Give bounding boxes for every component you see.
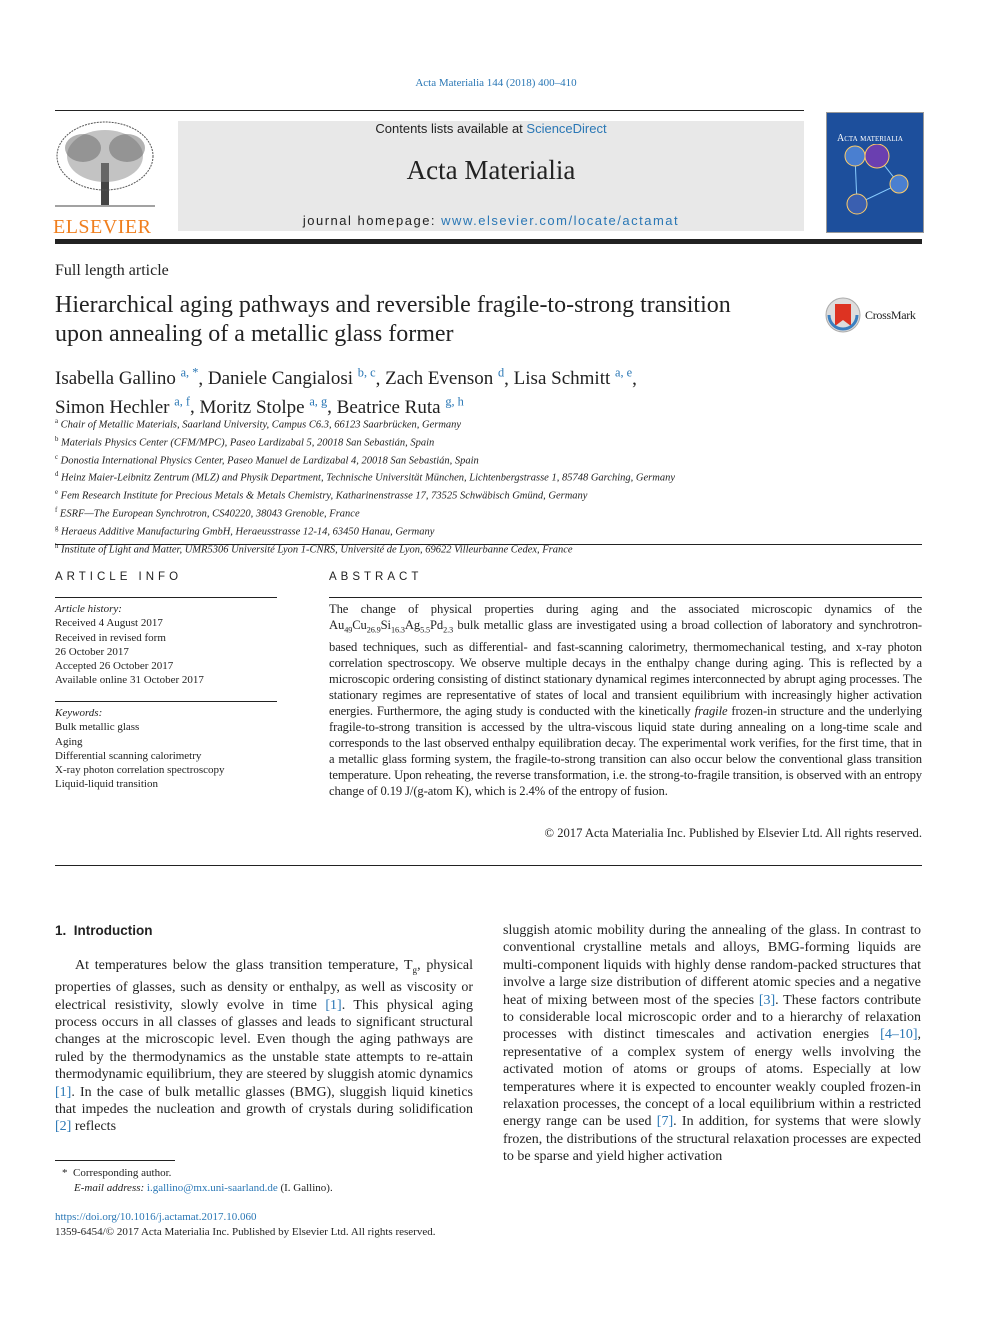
citation-link[interactable]: [1] [55,1085,71,1100]
divider [55,701,277,702]
history-item: Available online 31 October 2017 [55,674,204,687]
divider [329,597,922,598]
homepage-line: journal homepage: www.elsevier.com/locat… [178,213,804,228]
affiliation: f ESRF—The European Synchrotron, CS40220… [55,506,360,520]
homepage-prefix: journal homepage: [302,213,442,228]
elsevier-logo: ELSEVIER [53,118,157,238]
section-heading: 1. Introduction [55,923,153,938]
footnote-marker: * [62,1167,68,1179]
citation-link[interactable]: [1] [325,998,341,1013]
author[interactable]: Daniele Cangialosi b, c [208,366,376,389]
history-item: 26 October 2017 [55,645,129,658]
article-history: Article history: Received 4 August 2017 … [55,602,277,688]
affiliation: h Institute of Light and Matter, UMR5306… [55,542,573,556]
journal-citation[interactable]: Acta Materialia 144 (2018) 400–410 [0,77,992,89]
footnote: * Corresponding author. E-mail address: … [62,1167,333,1194]
intro-left-column: At temperatures below the glass transiti… [55,957,473,1136]
history-item: Received 4 August 2017 [55,617,163,630]
citation-link[interactable]: [4–10] [880,1027,917,1042]
affiliation: g Heraeus Additive Manufacturing GmbH, H… [55,524,435,538]
text-run: reflects [71,1119,117,1135]
history-item: Received in revised form [55,631,166,644]
email-link[interactable]: i.gallino@mx.uni-saarland.de [147,1182,278,1194]
author[interactable]: Isabella Gallino a, * [55,366,198,389]
tree-icon [55,121,155,207]
citation-link[interactable]: [7] [657,1114,673,1129]
divider [55,865,922,866]
article-page: { "citation":"Acta Materialia 144 (2018)… [0,0,992,1323]
keyword: Differential scanning calorimetry [55,749,202,762]
divider [55,597,277,598]
citation-link[interactable]: [2] [55,1119,71,1134]
email-label: E-mail address: [74,1182,145,1194]
history-item: Accepted 26 October 2017 [55,660,174,673]
text-run: . In the case of bulk metallic glasses (… [55,1084,473,1118]
abstract-text: The change of physical properties during… [329,602,922,798]
sciencedirect-link[interactable]: ScienceDirect [526,121,606,136]
corresponding-label: Corresponding author. [73,1167,172,1179]
divider [55,110,804,111]
author-list: Isabella Gallino a, *, Daniele Cangialos… [55,366,637,418]
divider [55,544,922,545]
affiliation: b Materials Physics Center (CFM/MPC), Pa… [55,435,435,449]
crossmark-button[interactable]: CrossMark [824,296,916,334]
cover-graphic [844,143,909,215]
affiliation-list: a Chair of Metallic Materials, Saarland … [55,415,915,557]
footnote-divider [55,1160,175,1161]
keywords: Keywords: Bulk metallic glass Aging Diff… [55,706,277,792]
homepage-link[interactable]: www.elsevier.com/locate/actamat [441,213,679,228]
author[interactable]: Zach Evenson d [385,366,504,389]
elsevier-wordmark: ELSEVIER [53,216,152,238]
affiliation: c Donostia International Physics Center,… [55,453,479,467]
journal-cover: Acta materialia [826,112,924,233]
abstract-heading: ABSTRACT [329,571,423,583]
contents-prefix: Contents lists available at [375,121,527,136]
issn-line: 1359-6454/© 2017 Acta Materialia Inc. Pu… [55,1226,436,1238]
abstract-copyright: © 2017 Acta Materialia Inc. Published by… [544,826,923,840]
article-info-heading: ARTICLE INFO [55,571,183,583]
citation-link[interactable]: [3] [759,993,775,1008]
author[interactable]: Lisa Schmitt a, e [514,366,632,389]
cover-title: Acta materialia [837,133,903,144]
affiliation: e Fem Research Institute for Precious Me… [55,489,588,502]
keyword: Aging [55,735,83,748]
journal-title: Acta Materialia [406,155,576,185]
article-title: Hierarchical aging pathways and reversib… [55,292,731,347]
crossmark-icon [825,297,861,333]
contents-line: Contents lists available at ScienceDirec… [178,121,804,136]
keyword: Liquid-liquid transition [55,778,158,791]
affiliation: d Heinz Maier-Leibnitz Zentrum (MLZ) and… [55,471,675,484]
keyword: Bulk metallic glass [55,721,140,734]
doi-link[interactable]: https://doi.org/10.1016/j.actamat.2017.1… [55,1211,256,1223]
text-run: At temperatures below the glass transiti… [75,958,413,973]
keyword: X-ray photon correlation spectroscopy [55,764,225,777]
keywords-label: Keywords: [55,707,103,719]
intro-right-column: sluggish atomic mobility during the anne… [503,922,921,1166]
history-label: Article history: [55,603,122,615]
journal-header-box: Contents lists available at ScienceDirec… [178,121,804,231]
alloy-formula: Au49Cu26.9Si16.3Ag5.5Pd2.3 [329,618,454,635]
article-type: Full length article [55,262,169,279]
affiliation: a Chair of Metallic Materials, Saarland … [55,418,462,431]
thick-divider [55,239,922,244]
crossmark-label: CrossMark [865,307,916,322]
